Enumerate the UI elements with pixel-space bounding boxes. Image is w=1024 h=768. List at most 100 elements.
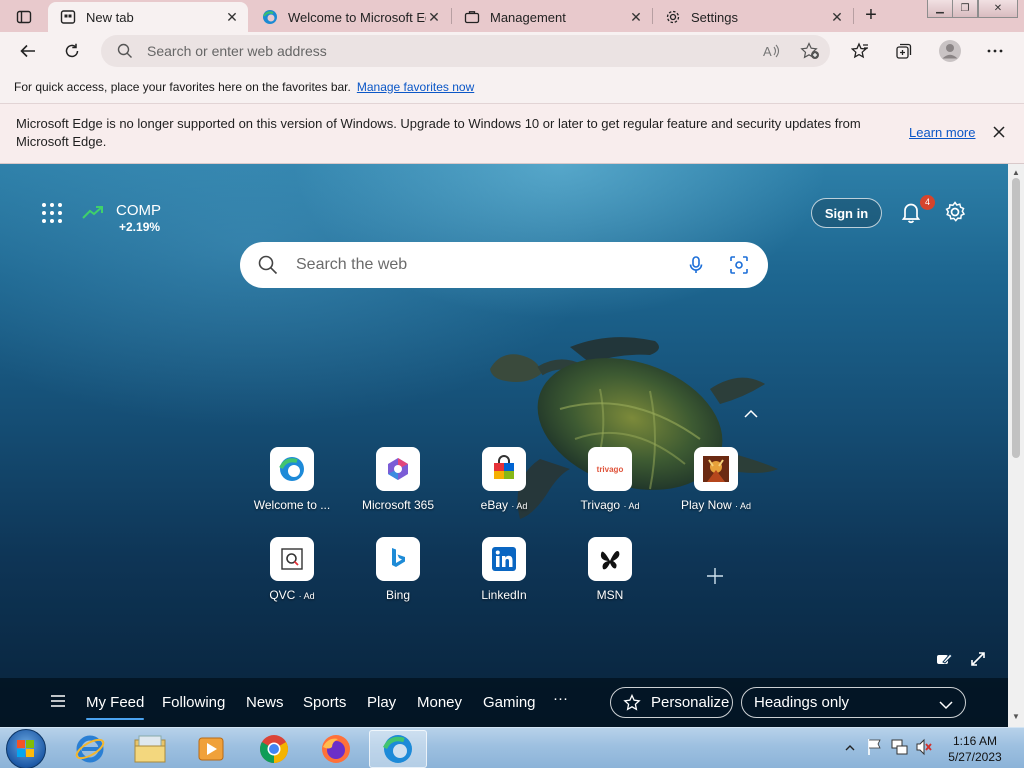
profile-button[interactable] xyxy=(936,37,964,65)
refresh-button[interactable] xyxy=(58,37,86,65)
address-input[interactable] xyxy=(147,43,707,59)
scroll-down-icon[interactable]: ▼ xyxy=(1012,712,1020,721)
feed-navigation-bar: My Feed Following News Sports Play Money… xyxy=(0,678,1008,727)
feed-tab-sports[interactable]: Sports xyxy=(303,694,346,711)
add-favorite-icon[interactable] xyxy=(800,42,820,63)
quick-link-label: Welcome to ... xyxy=(253,498,331,512)
feed-tab-following[interactable]: Following xyxy=(162,694,225,711)
feed-tab-news[interactable]: News xyxy=(246,694,284,711)
quick-link-trivago[interactable]: trivago Trivago · Ad xyxy=(565,447,655,512)
quick-link-label: Microsoft 365 xyxy=(361,498,435,512)
apps-launcher-icon[interactable] xyxy=(40,201,64,225)
search-icon xyxy=(258,255,278,275)
quick-link-welcome[interactable]: Welcome to ... xyxy=(247,447,337,512)
collections-button[interactable] xyxy=(890,37,918,65)
close-icon[interactable]: ✕ xyxy=(829,9,845,25)
stock-symbol: COMP xyxy=(116,202,161,219)
web-search-box[interactable] xyxy=(240,242,768,288)
page-settings-gear-icon[interactable] xyxy=(943,200,967,224)
favorites-bar: For quick access, place your favorites h… xyxy=(0,70,1024,104)
close-window-button[interactable]: ✕ xyxy=(978,0,1018,18)
tab-title: New tab xyxy=(86,9,134,25)
network-icon[interactable] xyxy=(891,738,909,759)
stock-change: +2.19% xyxy=(119,220,161,234)
feed-more-button[interactable]: ··· xyxy=(553,690,568,707)
feed-tab-my-feed[interactable]: My Feed xyxy=(70,694,160,720)
learn-more-link[interactable]: Learn more xyxy=(909,125,975,140)
quick-link-linkedin[interactable]: LinkedIn xyxy=(459,537,549,602)
personalize-button[interactable]: Personalize xyxy=(610,687,733,718)
favorites-button[interactable] xyxy=(846,37,874,65)
tab-management[interactable]: Management ✕ xyxy=(452,2,652,32)
quick-link-bing[interactable]: Bing xyxy=(353,537,443,602)
chrome-icon[interactable] xyxy=(245,730,303,768)
quick-link-label: eBay · Ad xyxy=(480,498,528,512)
hamburger-menu-icon[interactable] xyxy=(50,694,66,708)
msn-butterfly-icon xyxy=(588,537,632,581)
briefcase-icon xyxy=(464,9,480,25)
quick-link-label: Play Now · Ad xyxy=(680,498,752,512)
close-icon[interactable] xyxy=(991,124,1007,143)
volume-muted-icon[interactable] xyxy=(915,738,933,759)
minimize-button[interactable]: ▁ xyxy=(927,0,953,18)
media-player-icon[interactable] xyxy=(182,730,240,768)
settings-more-button[interactable] xyxy=(981,37,1009,65)
restore-button[interactable]: ❐ xyxy=(952,0,978,18)
new-tab-button[interactable]: + xyxy=(860,5,882,27)
close-icon[interactable]: ✕ xyxy=(628,9,644,25)
favorites-icon xyxy=(851,42,868,59)
microphone-icon[interactable] xyxy=(686,255,706,278)
taskbar-clock[interactable]: 1:16 AM 5/27/2023 xyxy=(940,733,1010,765)
avatar-icon xyxy=(939,40,961,62)
quick-link-microsoft-365[interactable]: Microsoft 365 xyxy=(353,447,443,512)
manage-favorites-link[interactable]: Manage favorites now xyxy=(357,80,474,94)
tab-settings[interactable]: Settings ✕ xyxy=(653,2,853,32)
quick-link-msn[interactable]: MSN xyxy=(565,537,655,602)
firefox-icon[interactable] xyxy=(307,730,365,768)
show-hidden-icons-chevron-icon[interactable] xyxy=(845,741,855,756)
edge-taskbar-icon[interactable] xyxy=(369,730,427,768)
tab-welcome[interactable]: Welcome to Microsoft Edge ✕ xyxy=(250,2,450,32)
quick-link-ebay[interactable]: eBay · Ad xyxy=(459,447,549,512)
close-icon[interactable]: ✕ xyxy=(426,9,442,25)
feed-tab-gaming[interactable]: Gaming xyxy=(483,694,536,711)
back-arrow-icon xyxy=(20,44,35,58)
sign-in-button[interactable]: Sign in xyxy=(811,198,882,228)
feed-tab-money[interactable]: Money xyxy=(417,694,462,711)
tab-new-tab[interactable]: New tab ✕ xyxy=(48,2,248,32)
expand-icon[interactable] xyxy=(969,650,989,670)
feed-layout-select[interactable]: Headings only xyxy=(741,687,966,718)
back-button[interactable] xyxy=(14,37,42,65)
address-bar[interactable]: A xyxy=(101,35,830,67)
quick-link-play-now[interactable]: Play Now · Ad xyxy=(671,447,761,512)
file-explorer-icon[interactable] xyxy=(121,730,179,768)
feed-tab-play[interactable]: Play xyxy=(367,694,396,711)
scroll-up-icon[interactable]: ▲ xyxy=(1012,168,1020,177)
read-aloud-icon[interactable]: A xyxy=(763,43,781,62)
new-tab-page: COMP +2.19% Sign in 4 Search the web Wel… xyxy=(0,164,1008,727)
edge-icon xyxy=(262,9,278,25)
close-icon[interactable]: ✕ xyxy=(224,9,240,25)
collapse-chevron-up-icon[interactable] xyxy=(742,407,760,421)
more-icon xyxy=(987,49,1003,53)
add-quick-link-plus-icon[interactable] xyxy=(703,564,727,588)
action-center-flag-icon[interactable] xyxy=(867,738,883,759)
notification-badge: 4 xyxy=(920,195,935,210)
tab-actions-icon[interactable] xyxy=(8,6,40,28)
tab-title: Management xyxy=(490,9,566,25)
quick-link-label: Trivago · Ad xyxy=(580,498,640,512)
page-scrollbar[interactable]: ▲ ▼ xyxy=(1008,164,1024,727)
start-button-windows-logo[interactable] xyxy=(6,729,46,768)
refresh-icon xyxy=(65,43,79,58)
web-search-input[interactable] xyxy=(296,256,676,274)
quick-link-label: LinkedIn xyxy=(481,588,527,602)
trend-up-icon xyxy=(82,205,104,222)
visual-search-icon[interactable] xyxy=(729,255,749,278)
trivago-logo: trivago xyxy=(588,447,632,491)
internet-explorer-icon[interactable] xyxy=(61,730,119,768)
quick-link-qvc[interactable]: QVC · Ad xyxy=(247,537,337,602)
tab-title: Settings xyxy=(691,9,738,25)
customize-background-icon[interactable] xyxy=(935,650,955,670)
scrollbar-thumb[interactable] xyxy=(1012,178,1020,458)
new-tab-icon xyxy=(60,9,76,25)
